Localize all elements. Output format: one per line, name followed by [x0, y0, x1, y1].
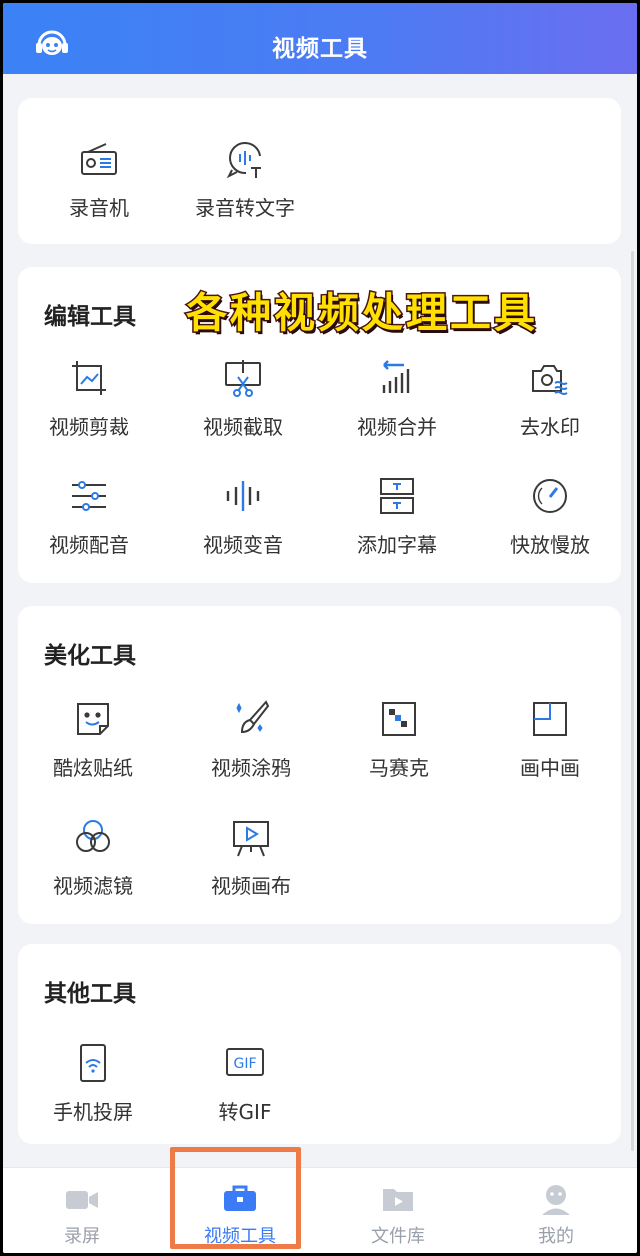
scrollbar[interactable]: [631, 251, 634, 1151]
tool-video-crop[interactable]: 视频剪裁: [14, 357, 164, 440]
card-other-tools: 其他工具 手机投屏 GIF 转GIF: [18, 944, 621, 1144]
camera-icon: [62, 1182, 102, 1216]
sound-wave-icon: [222, 475, 264, 517]
toolbox-icon: [220, 1182, 260, 1216]
tool-video-merge[interactable]: 视频合并: [322, 357, 472, 440]
sliders-icon: [68, 475, 110, 517]
tool-recorder[interactable]: 录音机: [24, 138, 174, 221]
tool-add-subtitle[interactable]: 添加字幕: [322, 475, 472, 558]
tool-sticker[interactable]: 酷炫贴纸: [18, 698, 168, 781]
brush-icon: [230, 698, 272, 740]
mosaic-icon: [378, 698, 420, 740]
scissors-screen-icon: [222, 357, 264, 399]
picture-in-picture-icon: [529, 698, 571, 740]
promo-banner-text: 各种视频处理工具: [185, 288, 538, 339]
tool-to-gif[interactable]: GIF 转GIF: [170, 1042, 320, 1125]
radio-icon: [78, 138, 120, 180]
gif-icon: GIF: [224, 1042, 266, 1084]
merge-bars-icon: [376, 357, 418, 399]
crop-icon: [68, 357, 110, 399]
tab-file-library[interactable]: 文件库: [319, 1168, 477, 1253]
section-title-other: 其他工具: [44, 981, 136, 1007]
tool-mosaic[interactable]: 马赛克: [324, 698, 474, 781]
filter-circles-icon: [72, 816, 114, 858]
tab-record[interactable]: 录屏: [3, 1168, 161, 1253]
card-recorder: 录音机 录音转文字: [18, 98, 621, 244]
tool-remove-watermark[interactable]: 去水印: [475, 357, 625, 440]
card-beautify-tools: 美化工具 酷炫贴纸 视频涂鸦 马赛克 画中画 视频滤镜 视频画布: [18, 606, 621, 924]
page-title: 视频工具: [272, 36, 368, 62]
canvas-easel-icon: [230, 816, 272, 858]
tool-video-canvas[interactable]: 视频画布: [176, 816, 326, 899]
folder-icon: [378, 1182, 418, 1216]
voice-to-text-icon: [224, 138, 266, 180]
camera-wave-icon: [529, 357, 571, 399]
subtitle-icon: [376, 475, 418, 517]
tool-picture-in-picture[interactable]: 画中画: [475, 698, 625, 781]
user-icon: [536, 1182, 576, 1216]
tool-speed[interactable]: 快放慢放: [475, 475, 625, 558]
speedometer-icon: [529, 475, 571, 517]
tab-video-tools[interactable]: 视频工具: [161, 1168, 319, 1253]
tab-mine[interactable]: 我的: [477, 1168, 635, 1253]
tool-doodle[interactable]: 视频涂鸦: [176, 698, 326, 781]
tool-voice-change[interactable]: 视频变音: [168, 475, 318, 558]
tool-voice-to-text[interactable]: 录音转文字: [170, 138, 320, 221]
tool-video-dub[interactable]: 视频配音: [14, 475, 164, 558]
tool-video-filter[interactable]: 视频滤镜: [18, 816, 168, 899]
section-title-beautify: 美化工具: [44, 643, 136, 669]
phone-cast-icon: [72, 1042, 114, 1084]
header: 视频工具: [3, 3, 637, 74]
svg-text:GIF: GIF: [233, 1056, 256, 1072]
bottom-tab-bar: 录屏 视频工具 文件库 我的: [3, 1167, 637, 1253]
tool-video-trim[interactable]: 视频截取: [168, 357, 318, 440]
section-title-edit: 编辑工具: [44, 304, 136, 330]
app-screen: 视频工具 录音机 录音转文字 编辑工具 视频剪裁 视频截取 视频合并 去水印 视…: [3, 3, 637, 1253]
tool-phone-cast[interactable]: 手机投屏: [18, 1042, 168, 1125]
sticker-icon: [72, 698, 114, 740]
